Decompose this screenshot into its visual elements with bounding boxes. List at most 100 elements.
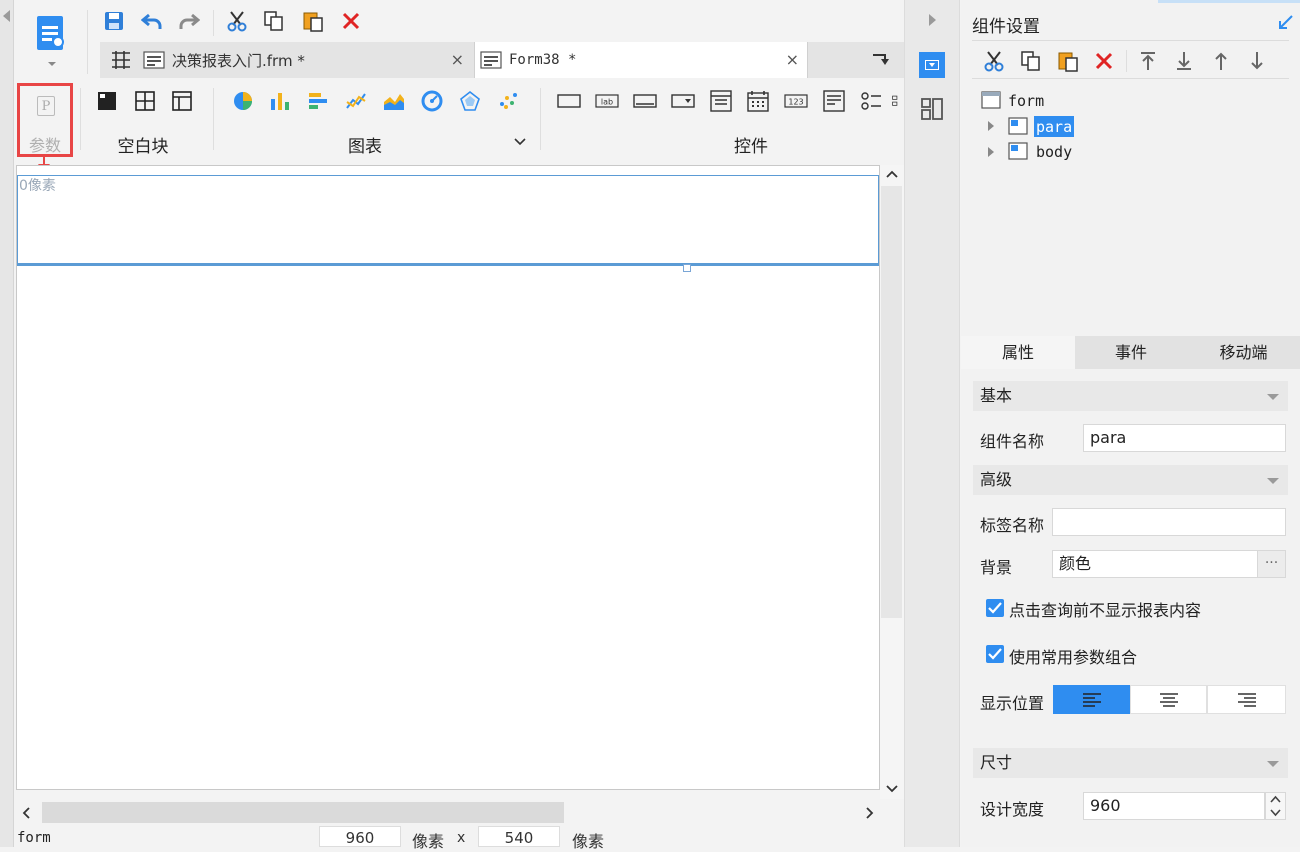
expand-arrow-icon[interactable]	[988, 147, 994, 157]
button-widget-icon[interactable]	[633, 88, 657, 114]
tab-decision-report[interactable]: 决策报表入门.frm * ×	[138, 42, 472, 78]
param-button[interactable]: P 参数	[17, 83, 73, 157]
component-settings-dock-icon[interactable]	[919, 52, 945, 78]
number-widget-icon[interactable]: 123	[784, 88, 808, 114]
grid-layout-icon[interactable]	[109, 48, 133, 72]
template-dropdown-icon[interactable]	[48, 62, 56, 66]
scroll-up-icon[interactable]	[885, 168, 899, 180]
radar-chart-icon[interactable]	[458, 88, 482, 114]
shrink-arrow-icon[interactable]	[1278, 14, 1294, 30]
align-right-button[interactable]	[1207, 685, 1286, 714]
chart-group-label: 图表	[348, 137, 382, 157]
canvas-height-field[interactable]: 540	[478, 826, 560, 847]
copy-icon[interactable]	[262, 9, 286, 33]
horizontal-scroll-thumb[interactable]	[42, 802, 564, 823]
tab-list-icon[interactable]	[868, 48, 892, 72]
blank-block-tab-icon[interactable]	[170, 88, 194, 114]
paste-icon[interactable]	[1056, 49, 1080, 73]
scroll-right-icon[interactable]	[864, 806, 876, 820]
panel-title: 组件设置	[972, 17, 1040, 37]
move-top-icon[interactable]	[1136, 49, 1160, 73]
paste-icon[interactable]	[301, 9, 325, 33]
checkbox-group-icon[interactable]	[859, 88, 883, 114]
align-left-button[interactable]	[1053, 685, 1130, 714]
blank-block-split-icon[interactable]	[133, 88, 157, 114]
tab-form38[interactable]: Form38 * ×	[474, 42, 808, 78]
background-value[interactable]: 颜色	[1052, 550, 1258, 578]
text-field-icon[interactable]	[557, 88, 581, 114]
tree-node-form[interactable]: form	[1008, 92, 1044, 110]
section-basic[interactable]: 基本	[973, 381, 1288, 411]
scroll-down-icon[interactable]	[885, 783, 899, 795]
unit-label: 像素	[572, 832, 605, 851]
save-icon[interactable]	[102, 9, 126, 33]
copy-icon[interactable]	[1019, 49, 1043, 73]
undo-icon[interactable]	[140, 9, 164, 33]
section-advanced[interactable]: 高级	[973, 465, 1288, 495]
tree-node-body[interactable]: body	[1036, 143, 1072, 161]
tab-mobile[interactable]: 移动端	[1187, 336, 1300, 369]
background-more-button[interactable]: ···	[1257, 550, 1286, 578]
ruler-label: 0像素	[19, 178, 56, 194]
component-name-input[interactable]: para	[1083, 424, 1286, 452]
delete-icon[interactable]	[1092, 49, 1116, 73]
expand-right-icon[interactable]	[929, 14, 936, 26]
blank-block-absolute-icon[interactable]	[95, 88, 119, 114]
cut-icon[interactable]	[982, 49, 1006, 73]
horizontal-bar-icon[interactable]	[306, 88, 330, 114]
tab-label: Form38 *	[509, 52, 577, 68]
dropdown-widget-icon[interactable]	[671, 88, 695, 114]
textarea-widget-icon[interactable]	[822, 88, 846, 114]
section-size[interactable]: 尺寸	[973, 748, 1288, 778]
times-label: x	[457, 830, 466, 846]
side-dock	[904, 0, 960, 847]
hide-before-query-checkbox[interactable]	[986, 599, 1004, 617]
resize-handle[interactable]	[683, 264, 691, 272]
param-label: 参数	[28, 136, 61, 155]
common-params-checkbox[interactable]	[986, 645, 1004, 663]
canvas-width-field[interactable]: 960	[319, 826, 401, 847]
svg-text:123: 123	[788, 98, 803, 107]
tab-events[interactable]: 事件	[1075, 336, 1187, 369]
template-menu-icon[interactable]	[34, 14, 68, 54]
move-bottom-icon[interactable]	[1172, 49, 1196, 73]
blank-group-label: 空白块	[117, 137, 169, 157]
width-stepper[interactable]	[1265, 792, 1286, 820]
form-file-icon	[480, 50, 502, 70]
tab-attributes[interactable]: 属性	[961, 336, 1075, 369]
area-chart-icon[interactable]	[382, 88, 406, 114]
chevron-down-icon	[1267, 478, 1279, 484]
expand-arrow-icon[interactable]	[988, 121, 994, 131]
close-icon[interactable]: ×	[786, 50, 799, 69]
chevron-down-icon[interactable]	[513, 137, 527, 147]
pie-chart-icon[interactable]	[231, 88, 255, 114]
move-up-icon[interactable]	[1209, 49, 1233, 73]
collapse-left-icon[interactable]	[3, 10, 10, 22]
tree-widget-icon[interactable]	[892, 88, 904, 114]
para-region[interactable]	[17, 175, 879, 266]
tree-node-para[interactable]: para	[1036, 118, 1072, 136]
move-down-icon[interactable]	[1245, 49, 1269, 73]
date-widget-icon[interactable]	[746, 88, 770, 114]
label-widget-icon[interactable]: lab	[595, 88, 619, 114]
delete-icon[interactable]	[339, 9, 363, 33]
widget-library-dock-icon[interactable]	[921, 98, 943, 120]
design-width-input[interactable]: 960	[1083, 792, 1265, 820]
tag-name-label: 标签名称	[980, 516, 1045, 535]
gauge-chart-icon[interactable]	[420, 88, 444, 114]
scroll-left-icon[interactable]	[20, 806, 32, 820]
vertical-scroll-thumb[interactable]	[881, 186, 902, 618]
align-center-button[interactable]	[1130, 685, 1207, 714]
close-icon[interactable]: ×	[451, 50, 464, 69]
design-width-label: 设计宽度	[980, 800, 1045, 819]
bar-chart-icon[interactable]	[268, 88, 292, 114]
scatter-chart-icon[interactable]	[496, 88, 520, 114]
form-node-icon	[981, 91, 1001, 109]
tag-name-input[interactable]	[1052, 508, 1286, 536]
line-chart-icon[interactable]	[344, 88, 368, 114]
status-component-name: form	[17, 830, 51, 846]
svg-text:lab: lab	[601, 98, 613, 107]
redo-icon[interactable]	[177, 9, 201, 33]
cut-icon[interactable]	[225, 9, 249, 33]
radio-group-icon[interactable]	[709, 88, 733, 114]
